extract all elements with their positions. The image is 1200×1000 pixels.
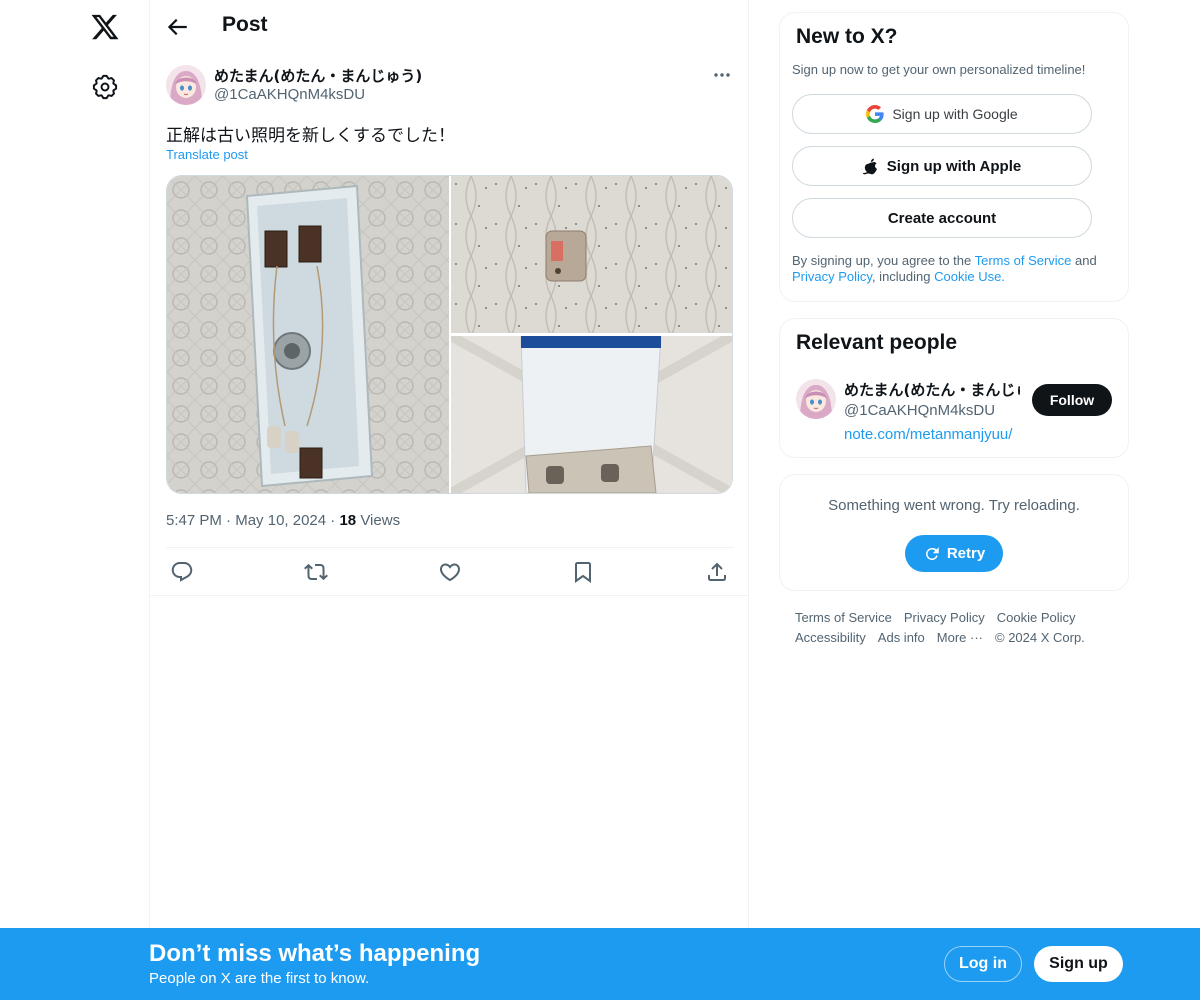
person-bio-link[interactable]: note.com/metanmanjyuu/ bbox=[844, 426, 1012, 443]
error-message: Something went wrong. Try reloading. bbox=[828, 497, 1080, 514]
login-button[interactable]: Log in bbox=[944, 946, 1022, 982]
post-date[interactable]: May 10, 2024 bbox=[235, 512, 326, 529]
main-column: Post めたまん(めたん・まんじゅう) @1CaAKHQnM4ksDU 正解は… bbox=[149, 0, 749, 1000]
meta-separator: · bbox=[226, 512, 232, 529]
person-avatar[interactable] bbox=[796, 379, 836, 419]
legal-including: , including bbox=[871, 269, 935, 284]
apple-signup-button[interactable]: Sign up with Apple bbox=[792, 146, 1092, 186]
banner-title: Don’t miss what’s happening bbox=[149, 940, 481, 967]
left-nav bbox=[0, 0, 150, 1000]
new-to-x-card: New to X? Sign up now to get your own pe… bbox=[779, 12, 1129, 302]
footer-ads-link[interactable]: Ads info bbox=[878, 628, 925, 648]
create-account-button[interactable]: Create account bbox=[792, 198, 1092, 238]
author-handle[interactable]: @1CaAKHQnM4ksDU bbox=[214, 86, 365, 103]
share-icon[interactable] bbox=[705, 560, 729, 584]
views-label: Views bbox=[360, 512, 401, 529]
post-media-grid bbox=[166, 175, 733, 494]
privacy-link[interactable]: Privacy Policy bbox=[792, 269, 872, 284]
retry-label: Retry bbox=[946, 545, 986, 562]
relevant-people-title: Relevant people bbox=[796, 331, 958, 354]
retry-button[interactable]: Retry bbox=[905, 535, 1003, 572]
repost-icon[interactable] bbox=[304, 560, 328, 584]
footer-cookie-link[interactable]: Cookie Policy bbox=[997, 608, 1076, 628]
author-name[interactable]: めたまん(めたん・まんじゅう) bbox=[214, 65, 422, 86]
translate-link[interactable]: Translate post bbox=[166, 147, 248, 162]
apple-signup-label: Sign up with Apple bbox=[886, 157, 1022, 175]
footer-copyright: © 2024 X Corp. bbox=[995, 630, 1085, 645]
cookie-use-link[interactable]: Cookie Use. bbox=[934, 269, 1005, 284]
post-meta: 5:47 PM · May 10, 2024 · 18 Views bbox=[166, 512, 400, 529]
legal-and: and bbox=[1071, 253, 1097, 268]
signup-banner: Don’t miss what’s happening People on X … bbox=[0, 928, 1200, 1000]
google-signup-button[interactable]: Sign up with Google bbox=[792, 94, 1092, 134]
apple-icon bbox=[862, 158, 877, 175]
terms-link[interactable]: Terms of Service bbox=[975, 253, 1072, 268]
footer-terms-link[interactable]: Terms of Service bbox=[795, 608, 892, 628]
post-text: 正解は古い照明を新しくするでした！ bbox=[166, 126, 455, 146]
more-icon[interactable] bbox=[710, 66, 734, 84]
post-image-light-fixture[interactable] bbox=[167, 176, 449, 493]
legal-prefix: By signing up, you agree to the bbox=[792, 253, 975, 268]
google-icon bbox=[866, 105, 884, 123]
refresh-icon bbox=[925, 546, 939, 560]
author-avatar[interactable] bbox=[166, 65, 206, 105]
gear-icon[interactable] bbox=[92, 74, 118, 100]
signup-button[interactable]: Sign up bbox=[1034, 946, 1123, 982]
post-image-ceiling-mount[interactable] bbox=[451, 176, 732, 333]
post-actions bbox=[166, 548, 734, 595]
new-to-x-title: New to X? bbox=[796, 25, 898, 48]
reply-icon[interactable] bbox=[170, 560, 194, 584]
signup-legal-text: By signing up, you agree to the Terms of… bbox=[792, 253, 1122, 285]
new-to-x-subtitle: Sign up now to get your own personalized… bbox=[792, 62, 1086, 77]
bookmark-icon[interactable] bbox=[571, 560, 595, 584]
x-logo-icon[interactable] bbox=[90, 12, 120, 42]
back-arrow-icon[interactable] bbox=[164, 14, 190, 40]
post-time[interactable]: 5:47 PM bbox=[166, 512, 222, 529]
page-header: Post bbox=[150, 0, 748, 53]
person-handle[interactable]: @1CaAKHQnM4ksDU bbox=[844, 402, 995, 419]
footer-links: Terms of Service Privacy Policy Cookie Pol… bbox=[795, 608, 1115, 648]
page-title: Post bbox=[222, 13, 268, 36]
error-card: Something went wrong. Try reloading. Ret… bbox=[779, 474, 1129, 591]
like-icon[interactable] bbox=[438, 560, 462, 584]
banner-subtitle: People on X are the first to know. bbox=[149, 970, 370, 987]
footer-privacy-link[interactable]: Privacy Policy bbox=[904, 608, 985, 628]
post-image-packaged-part[interactable] bbox=[451, 336, 732, 493]
footer-more-link[interactable]: More ··· bbox=[937, 628, 983, 648]
google-signup-label: Sign up with Google bbox=[892, 106, 1018, 122]
person-name[interactable]: めたまん(めたん・まんじゅう) bbox=[844, 379, 1020, 400]
views-count: 18 bbox=[339, 512, 357, 529]
relevant-people-card: Relevant people めたまん(めたん・まんじゅう) @1CaAKHQ… bbox=[779, 318, 1129, 458]
divider bbox=[150, 595, 748, 596]
follow-button[interactable]: Follow bbox=[1032, 384, 1112, 416]
footer-accessibility-link[interactable]: Accessibility bbox=[795, 628, 866, 648]
meta-separator: · bbox=[330, 512, 336, 529]
create-account-label: Create account bbox=[887, 209, 997, 227]
